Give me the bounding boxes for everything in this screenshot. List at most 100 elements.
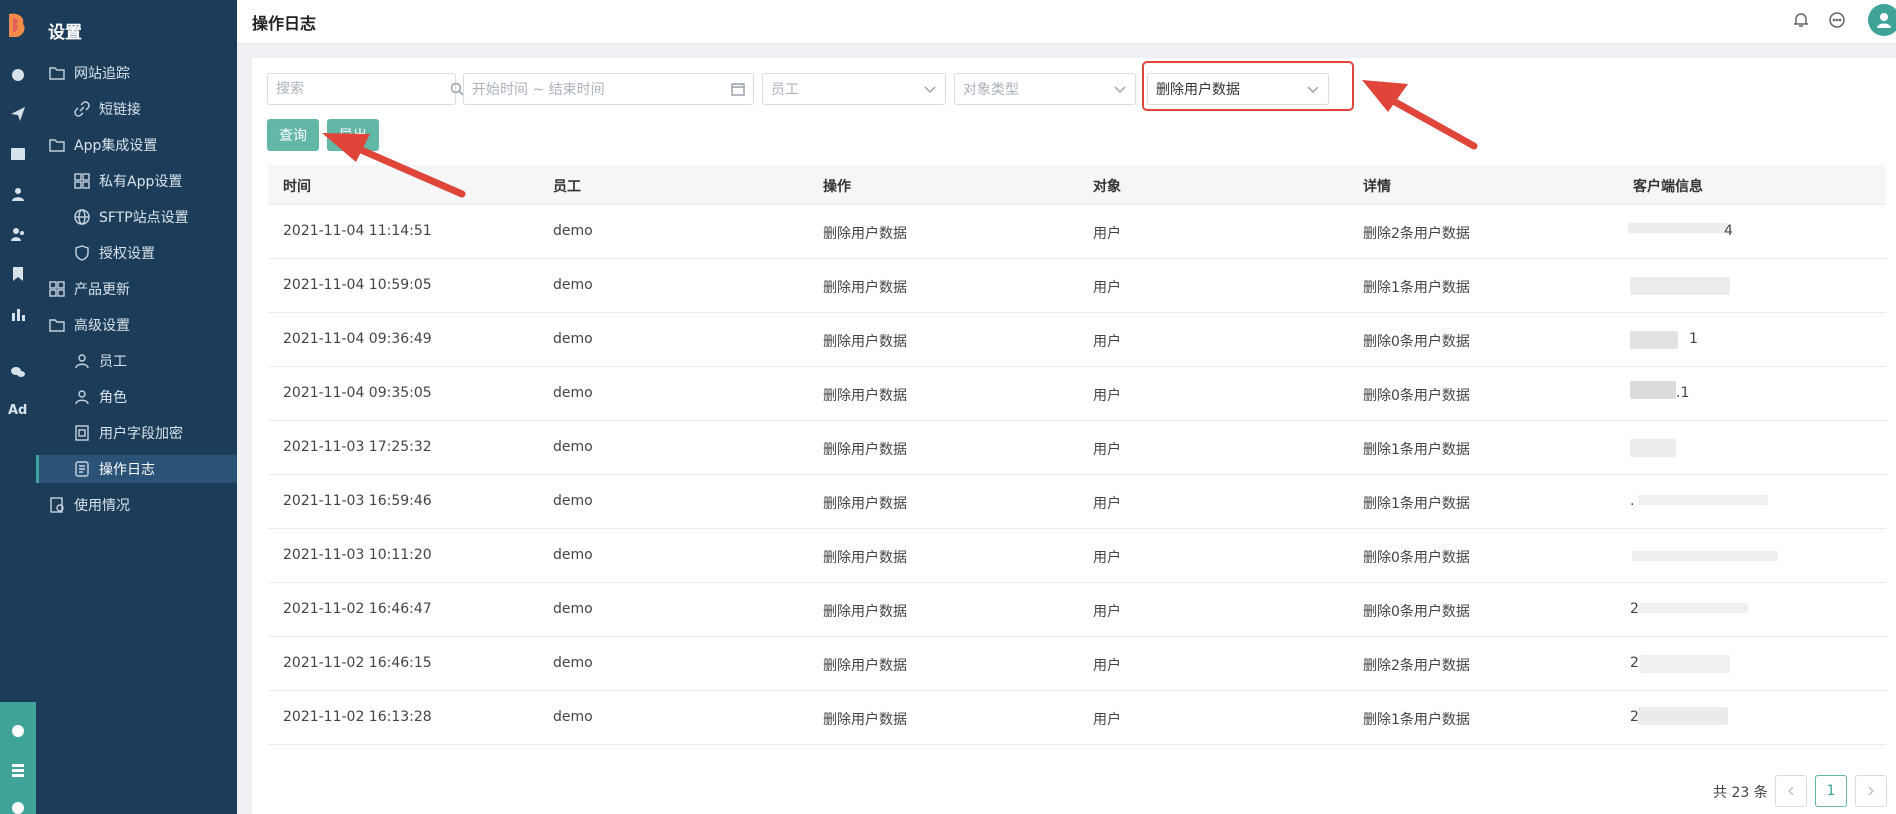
message-icon[interactable] [1828, 11, 1848, 31]
column-header-detail: 详情 [1363, 179, 1391, 195]
redacted-client-info [1632, 551, 1778, 561]
icon-rail: Ad [0, 0, 36, 814]
settings-gear-icon[interactable] [8, 798, 28, 814]
sidebar-item-field-encryption[interactable]: 用户字段加密 [36, 419, 237, 447]
sidebar-item-label: SFTP站点设置 [99, 210, 189, 226]
cell-detail: 删除1条用户数据 [1363, 280, 1470, 296]
sidebar-item-label: 网站追踪 [74, 66, 130, 82]
sidebar-item-app-integration[interactable]: App集成设置 [36, 131, 237, 159]
cell-employee: demo [553, 547, 593, 563]
search-icon [450, 82, 464, 96]
cell-employee: demo [553, 223, 593, 239]
sidebar-item-short-link[interactable]: 短链接 [36, 95, 237, 123]
cell-time: 2021-11-04 09:36:49 [283, 331, 432, 347]
page-title: 操作日志 [252, 14, 317, 33]
top-header: 操作日志 [237, 0, 1896, 44]
bookmark-icon[interactable] [8, 264, 28, 284]
cell-employee: demo [553, 331, 593, 347]
cell-operation: 删除用户数据 [823, 496, 907, 512]
grid-icon [74, 173, 90, 189]
sidebar-item-private-app[interactable]: 私有App设置 [36, 167, 237, 195]
server-icon[interactable] [8, 760, 28, 780]
sidebar-item-website-tracking[interactable]: 网站追踪 [36, 59, 237, 87]
cell-operation: 删除用户数据 [823, 658, 907, 674]
column-header-time: 时间 [283, 179, 311, 195]
table-row: 2021-11-02 16:46:15 demo 删除用户数据 用户 删除2条用… [268, 637, 1886, 691]
sidebar-item-roles[interactable]: 角色 [36, 383, 237, 411]
export-button[interactable]: 导出 [327, 119, 379, 151]
sidebar-item-label: 产品更新 [74, 282, 130, 298]
avatar-person-icon [1877, 13, 1891, 28]
cell-operation: 删除用户数据 [823, 604, 907, 620]
cell-object: 用户 [1093, 658, 1121, 674]
sidebar-item-label: 授权设置 [99, 246, 155, 262]
cell-object: 用户 [1093, 334, 1121, 350]
ad-icon[interactable]: Ad [8, 403, 27, 418]
sidebar-item-usage[interactable]: 使用情况 [36, 491, 237, 519]
cell-object: 用户 [1093, 442, 1121, 458]
cell-operation: 删除用户数据 [823, 388, 907, 404]
bell-icon[interactable] [1792, 11, 1812, 31]
support-icon[interactable] [8, 721, 28, 741]
document-icon [74, 425, 90, 441]
sidebar-item-authorization[interactable]: 授权设置 [36, 239, 237, 267]
table-icon[interactable] [8, 144, 28, 164]
query-button[interactable]: 查询 [267, 119, 319, 151]
cell-detail: 删除2条用户数据 [1363, 226, 1470, 242]
dashboard-icon[interactable] [8, 64, 28, 84]
object-type-placeholder: 对象类型 [963, 82, 1019, 98]
object-type-select[interactable]: 对象类型 [954, 73, 1136, 105]
cell-time: 2021-11-04 11:14:51 [283, 223, 432, 239]
sidebar-item-label: 高级设置 [74, 318, 130, 334]
cell-detail: 删除0条用户数据 [1363, 550, 1470, 566]
sidebar-item-label: 使用情况 [74, 498, 130, 514]
app-logo [9, 13, 25, 38]
cell-detail: 删除0条用户数据 [1363, 604, 1470, 620]
user-avatar[interactable] [1868, 4, 1896, 36]
cell-operation: 删除用户数据 [823, 226, 907, 242]
table-row: 2021-11-04 10:59:05 demo 删除用户数据 用户 删除1条用… [268, 259, 1886, 313]
cell-time: 2021-11-04 09:35:05 [283, 385, 432, 401]
user-icon[interactable] [8, 184, 28, 204]
cell-object: 用户 [1093, 550, 1121, 566]
sidebar-item-sftp[interactable]: SFTP站点设置 [36, 203, 237, 231]
column-header-employee: 员工 [553, 179, 581, 195]
send-icon[interactable] [8, 104, 28, 124]
wechat-icon[interactable] [8, 362, 28, 382]
pagination-next-button[interactable] [1855, 775, 1887, 807]
sidebar-item-operation-log[interactable]: 操作日志 [36, 455, 237, 483]
sidebar-item-advanced-settings[interactable]: 高级设置 [36, 311, 237, 339]
pagination-prev-button[interactable] [1775, 775, 1807, 807]
chevron-down-icon [1113, 82, 1127, 96]
column-header-operation: 操作 [823, 179, 851, 195]
cell-employee: demo [553, 385, 593, 401]
pagination-page-button[interactable]: 1 [1815, 775, 1847, 807]
user-icon [74, 389, 90, 405]
redacted-client-info [1628, 223, 1728, 233]
annotation-highlight-box [1142, 61, 1354, 111]
search-field[interactable] [267, 73, 464, 105]
users-icon[interactable] [8, 224, 28, 244]
table-row: 2021-11-02 16:13:28 demo 删除用户数据 用户 删除1条用… [268, 691, 1886, 745]
sidebar-item-product-updates[interactable]: 产品更新 [36, 275, 237, 303]
date-range-picker[interactable]: 开始时间 ~ 结束时间 [463, 73, 754, 105]
cell-time: 2021-11-02 16:46:15 [283, 655, 432, 671]
search-input[interactable] [276, 81, 450, 97]
table-row: 2021-11-03 10:11:20 demo 删除用户数据 用户 删除0条用… [268, 529, 1886, 583]
table-header: 时间 员工 操作 对象 详情 客户端信息 [268, 165, 1886, 205]
employee-select[interactable]: 员工 [762, 73, 946, 105]
bar-chart-icon[interactable] [8, 304, 28, 324]
column-header-object: 对象 [1093, 179, 1121, 195]
cell-time: 2021-11-02 16:46:47 [283, 601, 432, 617]
redacted-client-info [1640, 655, 1730, 673]
redacted-client-info [1630, 277, 1730, 295]
redacted-client-info [1630, 439, 1676, 457]
redacted-client-info [1630, 381, 1676, 399]
sidebar-item-employees[interactable]: 员工 [36, 347, 237, 375]
folder-icon [49, 317, 65, 333]
cell-employee: demo [553, 277, 593, 293]
cell-detail: 删除2条用户数据 [1363, 658, 1470, 674]
cell-detail: 删除1条用户数据 [1363, 712, 1470, 728]
globe-icon [74, 209, 90, 225]
cell-client-info: 2 [1630, 655, 1639, 671]
